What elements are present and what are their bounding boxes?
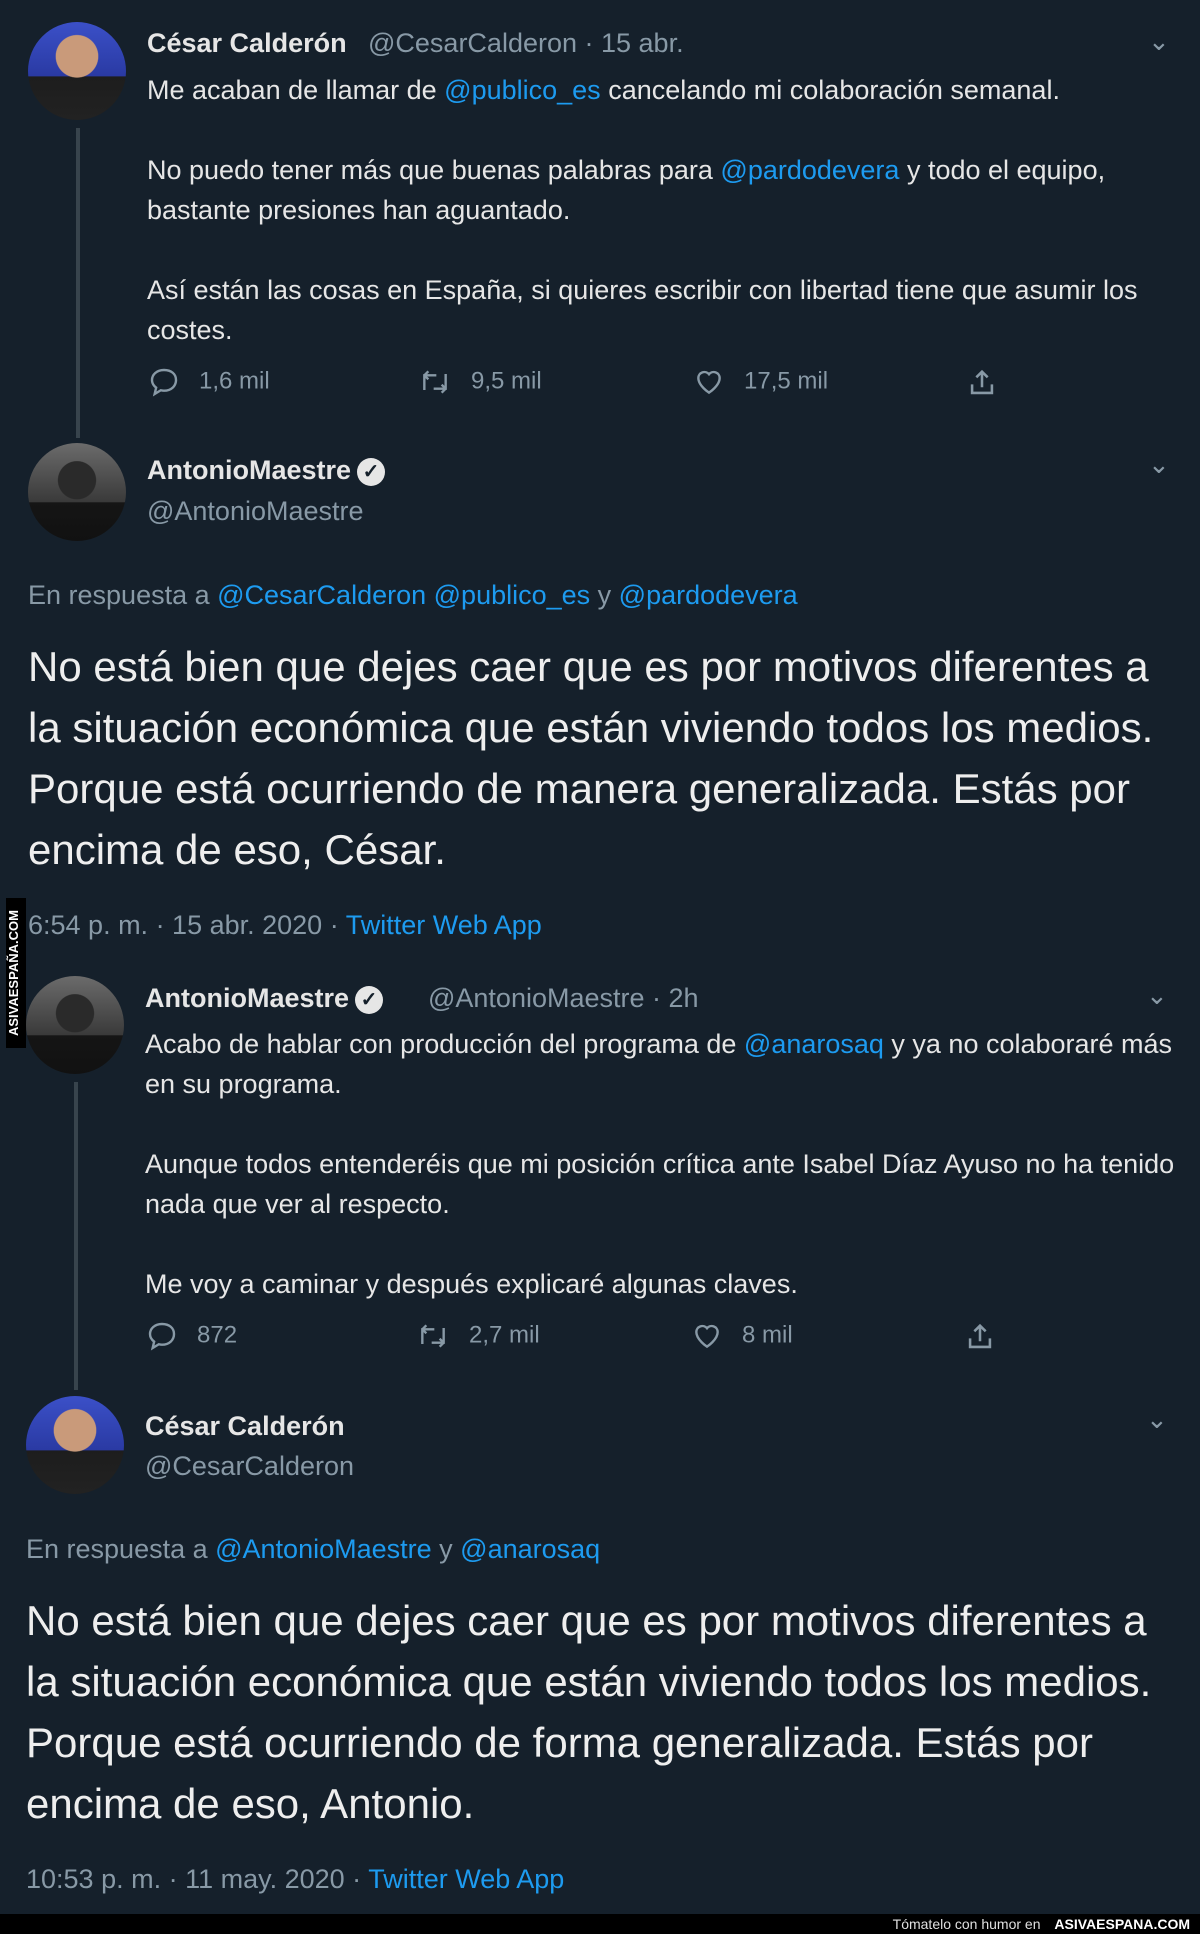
mention-pardodevera[interactable]: @pardodevera: [619, 580, 798, 610]
tweet-actions: 1,6 mil 9,5 mil 17,5 mil: [147, 366, 1047, 406]
share-button[interactable]: [963, 1320, 1015, 1354]
thread-line: [76, 128, 80, 438]
footer-brand: ASIVAESPANA.COM: [1054, 1916, 1190, 1932]
reply-button[interactable]: 872: [145, 1320, 237, 1352]
like-button[interactable]: 17,5 mil: [692, 366, 828, 398]
verified-badge-icon: ✓: [357, 457, 386, 486]
share-icon: [968, 1323, 992, 1349]
avatar-cesar-calderon[interactable]: [26, 1396, 124, 1494]
mention-anarosaq[interactable]: @anarosaq: [744, 1029, 884, 1059]
mention-antoniomaestre[interactable]: @AntonioMaestre: [215, 1534, 432, 1564]
reply-icon: [150, 368, 178, 397]
avatar-cesar-calderon[interactable]: [28, 22, 126, 120]
like-button[interactable]: 8 mil: [690, 1320, 793, 1352]
avatar-antonio-maestre[interactable]: [26, 976, 124, 1074]
retweet-icon: [421, 1324, 445, 1348]
mention-anarosaq[interactable]: @anarosaq: [460, 1534, 600, 1564]
share-button[interactable]: [965, 366, 1017, 400]
author-name[interactable]: AntonioMaestre ✓: [145, 983, 384, 1014]
tweet-source-link[interactable]: Twitter Web App: [346, 910, 542, 940]
chevron-down-icon[interactable]: ⌄: [1146, 980, 1168, 1011]
verified-badge-icon: ✓: [355, 985, 384, 1014]
mention-publico[interactable]: @publico_es: [444, 75, 601, 105]
reply-icon: [148, 1322, 176, 1351]
author-handle[interactable]: @CesarCalderon: [145, 1451, 354, 1482]
share-icon: [970, 369, 994, 395]
mention-cesarcalderon[interactable]: @CesarCalderon: [217, 580, 426, 610]
tweet-date[interactable]: · 15 abr.: [585, 28, 684, 58]
retweet-icon: [423, 370, 447, 394]
tweet-text: Me acaban de llamar de @publico_es cance…: [147, 75, 1138, 345]
footer-watermark: Tómatelo con humor en ASIVAESPANA.COM: [0, 1914, 1200, 1934]
tweet-source-link[interactable]: Twitter Web App: [368, 1864, 564, 1894]
author-name[interactable]: AntonioMaestre ✓: [147, 455, 386, 486]
reply-button[interactable]: 1,6 mil: [147, 366, 270, 398]
chevron-down-icon[interactable]: ⌄: [1148, 449, 1170, 480]
tweet-timestamp: 10:53 p. m. · 11 may. 2020 · Twitter Web…: [26, 1864, 565, 1894]
author-name[interactable]: César Calderón: [147, 28, 347, 59]
mention-publico[interactable]: @publico_es: [434, 580, 591, 610]
author-name[interactable]: César Calderón: [145, 1411, 345, 1442]
side-watermark: ASIVAESPAÑA.COM: [6, 898, 26, 1048]
retweet-button[interactable]: 9,5 mil: [417, 366, 542, 398]
author-handle[interactable]: @AntonioMaestre · 2h: [428, 983, 699, 1014]
heart-icon: [695, 1324, 719, 1349]
reply-context: En respuesta a @CesarCalderon @publico_e…: [28, 580, 798, 610]
tweet-text: Acabo de hablar con producción del progr…: [145, 1029, 1175, 1299]
mention-pardodevera[interactable]: @pardodevera: [720, 155, 899, 185]
retweet-button[interactable]: 2,7 mil: [415, 1320, 540, 1352]
author-handle[interactable]: @AntonioMaestre: [147, 496, 364, 527]
chevron-down-icon[interactable]: ⌄: [1146, 1404, 1168, 1435]
reply-context: En respuesta a @AntonioMaestre y @anaros…: [26, 1534, 601, 1564]
chevron-down-icon[interactable]: ⌄: [1148, 26, 1170, 57]
tweet-actions: 872 2,7 mil 8 mil: [145, 1320, 1045, 1360]
handle-text: @CesarCalderon: [368, 28, 577, 58]
thread-line: [74, 1082, 78, 1390]
heart-icon: [697, 370, 721, 395]
tweet-timestamp: 6:54 p. m. · 15 abr. 2020 · Twitter Web …: [28, 910, 542, 940]
author-handle[interactable]: @CesarCalderon · 15 abr.: [368, 28, 684, 59]
tweet-text: No está bien que dejes caer que es por m…: [26, 1597, 1152, 1827]
tweet-text: No está bien que dejes caer que es por m…: [28, 643, 1154, 873]
avatar-antonio-maestre[interactable]: [28, 443, 126, 541]
